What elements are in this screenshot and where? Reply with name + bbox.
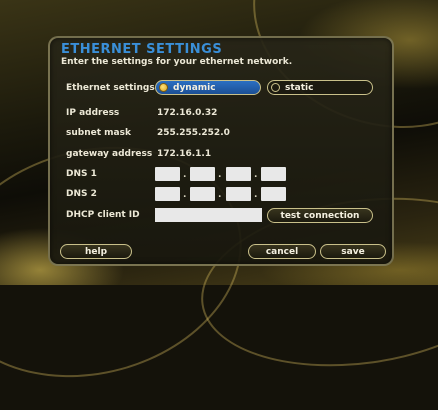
dns2-octet-3[interactable]: [226, 187, 251, 201]
dns2-separator: .: [218, 190, 222, 200]
subnet-mask-label: subnet mask: [66, 128, 131, 138]
page-title: ETHERNET SETTINGS: [61, 42, 223, 57]
dns1-separator: .: [254, 170, 258, 180]
help-button[interactable]: help: [60, 244, 132, 259]
radio-dynamic[interactable]: dynamic: [155, 80, 261, 95]
test-connection-button[interactable]: test connection: [267, 208, 373, 223]
ip-address-value: 172.16.0.32: [157, 108, 218, 118]
save-button[interactable]: save: [320, 244, 386, 259]
dns1-octet-1[interactable]: [155, 167, 180, 181]
radio-static-label: static: [285, 82, 314, 93]
gateway-address-label: gateway address: [66, 149, 153, 159]
radio-unselected-icon: [271, 83, 280, 92]
dns1-label: DNS 1: [66, 169, 97, 179]
dns2-separator: .: [254, 190, 258, 200]
page-subtitle: Enter the settings for your ethernet net…: [61, 57, 293, 67]
ip-address-label: IP address: [66, 108, 120, 118]
cancel-button[interactable]: cancel: [248, 244, 316, 259]
dns1-separator: .: [218, 170, 222, 180]
dns1-octet-4[interactable]: [261, 167, 286, 181]
dhcp-client-id-field[interactable]: [155, 208, 262, 222]
dns1-separator: .: [183, 170, 187, 180]
ethernet-settings-label: Ethernet settings: [66, 83, 155, 93]
subnet-mask-value: 255.255.252.0: [157, 128, 230, 138]
dns1-octet-2[interactable]: [190, 167, 215, 181]
dns2-octet-2[interactable]: [190, 187, 215, 201]
dns2-label: DNS 2: [66, 189, 97, 199]
dns2-separator: .: [183, 190, 187, 200]
dns2-octet-1[interactable]: [155, 187, 180, 201]
radio-static[interactable]: static: [267, 80, 373, 95]
gateway-address-value: 172.16.1.1: [157, 149, 212, 159]
dns2-octet-4[interactable]: [261, 187, 286, 201]
dhcp-client-id-label: DHCP client ID: [66, 210, 140, 220]
radio-dynamic-label: dynamic: [173, 82, 216, 93]
dns1-octet-3[interactable]: [226, 167, 251, 181]
radio-selected-icon: [159, 83, 168, 92]
